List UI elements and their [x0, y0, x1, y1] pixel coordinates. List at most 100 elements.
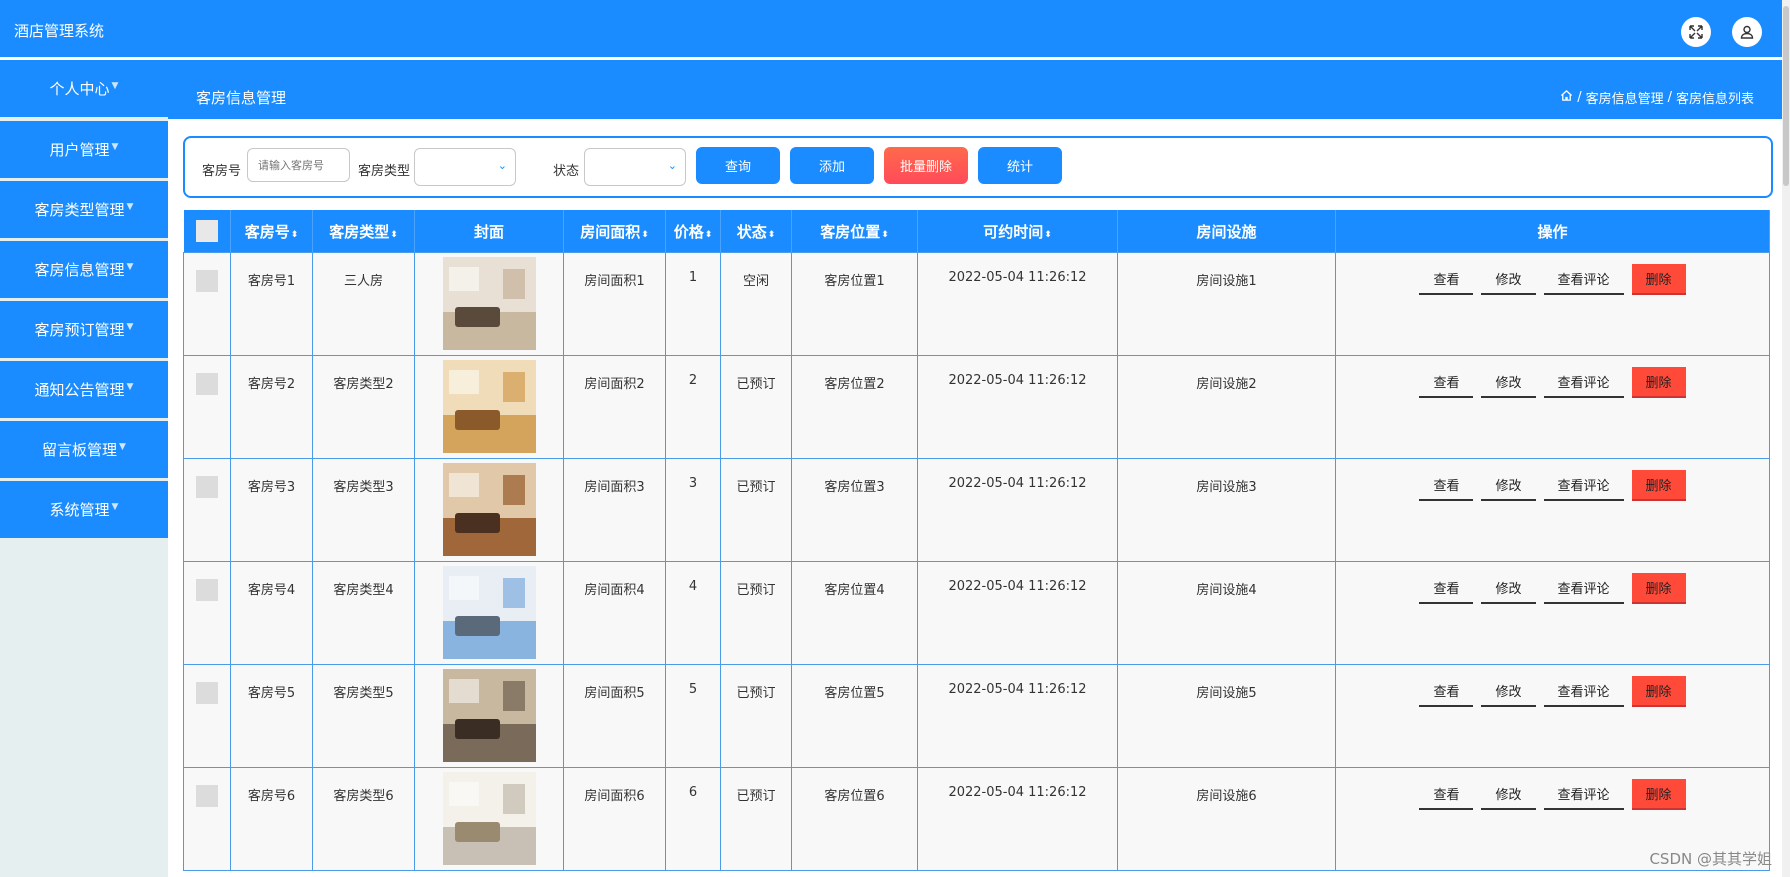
room-no-label: 客房号: [202, 164, 242, 179]
edit-button[interactable]: 修改: [1481, 573, 1536, 604]
sort-icon[interactable]: ⬍: [705, 230, 713, 240]
room-cover-image: [442, 566, 536, 659]
batch-delete-button[interactable]: 批量删除: [884, 147, 968, 184]
col-location[interactable]: 客房位置⬍: [791, 210, 918, 253]
scrollbar-thumb[interactable]: [1783, 6, 1789, 186]
row-select-cell: [183, 561, 231, 665]
breadcrumb-item: 客房信息列表: [1675, 92, 1754, 107]
cell-area: 房间面积5: [563, 664, 666, 768]
col-status[interactable]: 状态⬍: [720, 210, 792, 253]
sort-icon[interactable]: ⬍: [390, 230, 398, 240]
row-select-cell: [183, 458, 231, 562]
sidebar-item-personal-center[interactable]: 个人中心 ▼: [0, 60, 168, 117]
col-actions: 操作: [1335, 210, 1770, 253]
query-button[interactable]: 查询: [696, 147, 780, 184]
row-checkbox[interactable]: [196, 579, 218, 601]
edit-button[interactable]: 修改: [1481, 676, 1536, 707]
view-comments-button[interactable]: 查看评论: [1543, 573, 1624, 604]
col-label: 可约时间: [983, 222, 1044, 241]
col-label: 房间面积: [580, 222, 641, 241]
view-comments-button[interactable]: 查看评论: [1543, 676, 1624, 707]
sort-icon[interactable]: ⬍: [881, 230, 889, 240]
table-row: 客房号2 客房类型2 房间面积2 2 已预订 客房位置2 2022-05-04 …: [183, 355, 1770, 459]
col-price[interactable]: 价格⬍: [665, 210, 721, 253]
view-comments-button[interactable]: 查看评论: [1543, 367, 1624, 398]
view-button[interactable]: 查看: [1419, 470, 1474, 501]
cell-price: 1: [665, 252, 721, 356]
user-icon[interactable]: [1732, 17, 1762, 47]
table-row: 客房号5 客房类型5 房间面积5 5 已预订 客房位置5 2022-05-04 …: [183, 664, 1770, 768]
edit-button[interactable]: 修改: [1481, 470, 1536, 501]
cell-room-type: 客房类型6: [312, 767, 415, 871]
cell-room-no: 客房号2: [230, 355, 313, 459]
col-room-no[interactable]: 客房号⬍: [230, 210, 313, 253]
view-button[interactable]: 查看: [1419, 779, 1474, 810]
cell-location: 客房位置5: [791, 664, 918, 768]
sort-icon[interactable]: ⬍: [291, 230, 299, 240]
cell-available-time: 2022-05-04 11:26:12: [917, 561, 1118, 665]
sidebar-item-bookings[interactable]: 客房预订管理 ▼: [0, 301, 168, 358]
cell-facilities: 房间设施3: [1117, 458, 1336, 562]
room-type-label: 客房类型: [358, 164, 411, 179]
sidebar-item-message-board[interactable]: 留言板管理 ▼: [0, 421, 168, 478]
caret-down-icon: ▼: [126, 201, 134, 212]
view-button[interactable]: 查看: [1419, 676, 1474, 707]
add-button[interactable]: 添加: [790, 147, 874, 184]
delete-button[interactable]: 删除: [1631, 779, 1686, 810]
stats-button[interactable]: 统计: [978, 147, 1062, 184]
cell-area: 房间面积3: [563, 458, 666, 562]
sort-icon[interactable]: ⬍: [641, 230, 649, 240]
status-select[interactable]: ⌄: [584, 148, 686, 186]
cell-room-no: 客房号5: [230, 664, 313, 768]
delete-button[interactable]: 删除: [1631, 264, 1686, 295]
sidebar-item-label: 系统管理: [49, 501, 110, 519]
cell-status: 已预订: [720, 767, 792, 871]
top-bar: 酒店管理系统: [0, 0, 1782, 57]
delete-button[interactable]: 删除: [1631, 367, 1686, 398]
row-checkbox[interactable]: [196, 682, 218, 704]
app-title: 酒店管理系统: [14, 22, 105, 40]
col-available-time[interactable]: 可约时间⬍: [917, 210, 1118, 253]
sidebar-item-label: 用户管理: [49, 141, 110, 159]
edit-button[interactable]: 修改: [1481, 264, 1536, 295]
table-row: 客房号4 客房类型4 房间面积4 4 已预订 客房位置4 2022-05-04 …: [183, 561, 1770, 665]
col-room-type[interactable]: 客房类型⬍: [312, 210, 415, 253]
cell-cover: [414, 458, 564, 562]
table-row: 客房号6 客房类型6 房间面积6 6 已预订 客房位置6 2022-05-04 …: [183, 767, 1770, 871]
page-scrollbar[interactable]: [1782, 0, 1790, 877]
view-comments-button[interactable]: 查看评论: [1543, 470, 1624, 501]
row-checkbox[interactable]: [196, 476, 218, 498]
edit-button[interactable]: 修改: [1481, 367, 1536, 398]
room-no-input[interactable]: [247, 148, 350, 182]
delete-button[interactable]: 删除: [1631, 676, 1686, 707]
sidebar-item-system[interactable]: 系统管理 ▼: [0, 481, 168, 538]
col-area[interactable]: 房间面积⬍: [563, 210, 666, 253]
view-button[interactable]: 查看: [1419, 367, 1474, 398]
row-select-cell: [183, 767, 231, 871]
sidebar: 个人中心 ▼ 用户管理 ▼ 客房类型管理 ▼ 客房信息管理 ▼ 客房预订管理 ▼ 通知公告…: [0, 60, 168, 877]
delete-button[interactable]: 删除: [1631, 573, 1686, 604]
edit-button[interactable]: 修改: [1481, 779, 1536, 810]
view-button[interactable]: 查看: [1419, 264, 1474, 295]
sort-icon[interactable]: ⬍: [1044, 230, 1052, 240]
cell-area: 房间面积2: [563, 355, 666, 459]
row-checkbox[interactable]: [196, 785, 218, 807]
fullscreen-icon[interactable]: [1681, 17, 1711, 47]
row-checkbox[interactable]: [196, 270, 218, 292]
delete-button[interactable]: 删除: [1631, 470, 1686, 501]
view-comments-button[interactable]: 查看评论: [1543, 779, 1624, 810]
view-comments-button[interactable]: 查看评论: [1543, 264, 1624, 295]
view-button[interactable]: 查看: [1419, 573, 1474, 604]
cell-cover: [414, 767, 564, 871]
table-row: 客房号1 三人房 房间面积1 1 空闲 客房位置1 2022-05-04 11:…: [183, 252, 1770, 356]
row-checkbox[interactable]: [196, 373, 218, 395]
sort-icon[interactable]: ⬍: [768, 230, 776, 240]
sidebar-item-notices[interactable]: 通知公告管理 ▼: [0, 361, 168, 418]
sidebar-item-room-info[interactable]: 客房信息管理 ▼: [0, 241, 168, 298]
sidebar-item-room-types[interactable]: 客房类型管理 ▼: [0, 181, 168, 238]
home-icon[interactable]: [1560, 89, 1573, 106]
room-type-select[interactable]: ⌄: [414, 148, 516, 186]
select-all-checkbox[interactable]: [195, 220, 218, 242]
breadcrumb-item[interactable]: 客房信息管理: [1586, 88, 1664, 107]
sidebar-item-users[interactable]: 用户管理 ▼: [0, 121, 168, 178]
